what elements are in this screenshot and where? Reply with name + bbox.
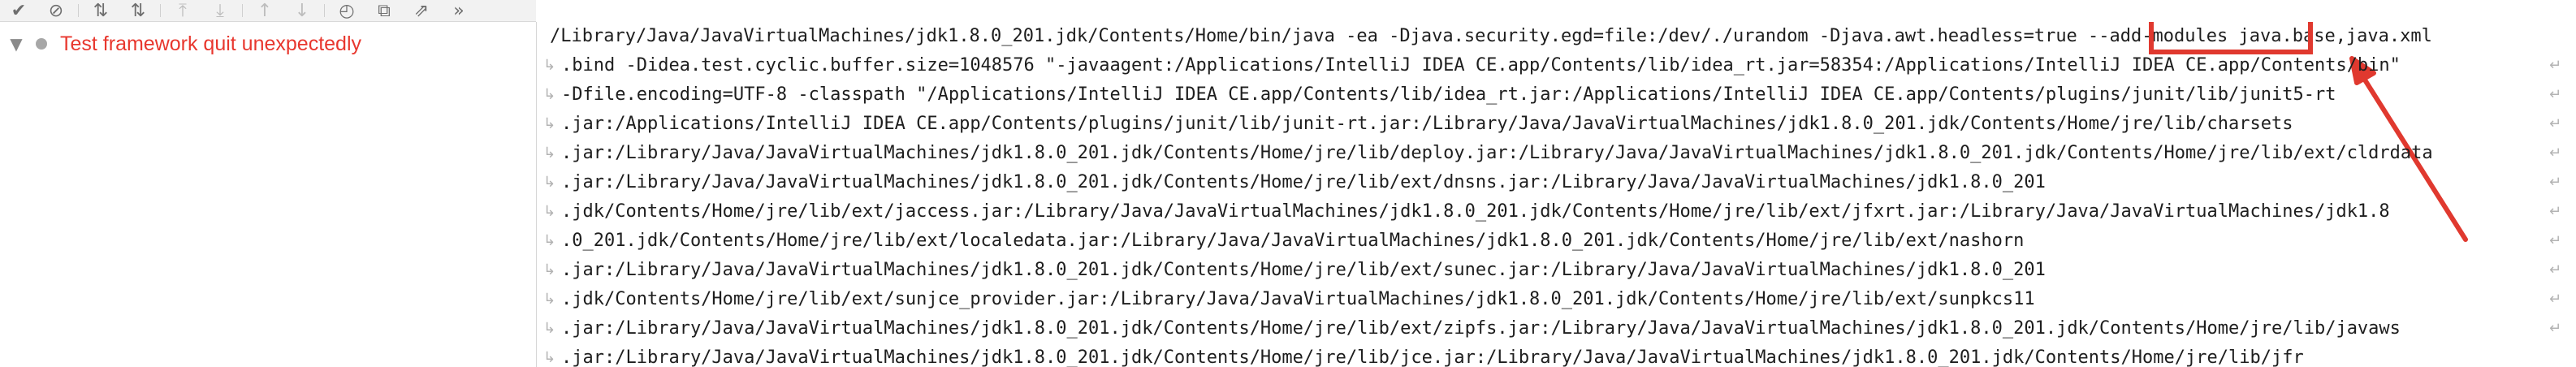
wrap-marker-icon: ↵ (2549, 232, 2562, 249)
wrap-marker-icon: ↵ (2549, 320, 2562, 337)
console-line: .jar:/Library/Java/JavaVirtualMachines/j… (561, 172, 2046, 192)
soft-wrap-icon: ↳ (543, 115, 556, 132)
console-line: .jar:/Library/Java/JavaVirtualMachines/j… (561, 348, 2304, 367)
console-line: .jdk/Contents/Home/jre/lib/ext/sunjce_pr… (561, 289, 2035, 309)
up-arrow-icon[interactable]: ↑ (246, 0, 283, 21)
console-line: .jdk/Contents/Home/jre/lib/ext/jaccess.j… (561, 201, 2390, 222)
toolbar-separator (160, 4, 161, 17)
sort-alpha-icon[interactable]: ⇅ (82, 0, 119, 21)
console-line: .0_201.jdk/Contents/Home/jre/lib/ext/loc… (561, 231, 2025, 251)
wrap-marker-icon: ↵ (2549, 57, 2562, 74)
toolbar-separator (242, 4, 243, 17)
external-link-icon[interactable]: ⇗ (403, 0, 440, 21)
soft-wrap-icon: ↳ (543, 232, 556, 249)
test-tree-item-label: Test framework quit unexpectedly (60, 32, 362, 55)
expand-arrow-icon[interactable]: ▼ (0, 34, 32, 54)
wrap-marker-icon: ↵ (2549, 86, 2562, 103)
more-icon[interactable]: » (440, 0, 478, 21)
console-line: .jar:/Applications/IntelliJ IDEA CE.app/… (561, 114, 2293, 134)
soft-wrap-icon: ↳ (543, 261, 556, 278)
console-line: .bind -Didea.test.cyclic.buffer.size=104… (561, 55, 2401, 76)
highlight-box (2149, 22, 2313, 54)
soft-wrap-icon: ↳ (543, 320, 556, 337)
soft-wrap-icon: ↳ (543, 57, 556, 74)
toolbar-separator (78, 4, 79, 17)
soft-wrap-icon: ↳ (543, 86, 556, 103)
toolbar-separator (324, 4, 325, 17)
wrap-marker-icon: ↵ (2549, 174, 2562, 191)
soft-wrap-icon: ↳ (543, 145, 556, 162)
history-icon[interactable]: ◴ (328, 0, 365, 21)
import-icon[interactable]: ⤒ (164, 0, 201, 21)
wrap-marker-icon: ↵ (2549, 261, 2562, 278)
wrap-marker-icon: ↵ (2549, 145, 2562, 162)
export-icon[interactable]: ⤓ (201, 0, 239, 21)
console-line: .jar:/Library/Java/JavaVirtualMachines/j… (561, 318, 2401, 339)
stop-circle-icon[interactable]: ⊘ (37, 0, 75, 21)
soft-wrap-icon: ↳ (543, 291, 556, 308)
test-runner-toolbar: ✔ ⊘ ⇅ ⇅ ⤒ ⤓ ↑ ↓ ◴ ⧉ ⇗» (0, 0, 536, 22)
console-line: -Dfile.encoding=UTF-8 -classpath "/Appli… (561, 84, 2336, 105)
wrap-marker-icon: ↵ (2549, 291, 2562, 308)
soft-wrap-icon: ↳ (543, 349, 556, 366)
test-tree-panel: ▼ Test framework quit unexpectedly (0, 22, 537, 367)
status-dot-icon (36, 38, 47, 50)
wrap-marker-icon: ↵ (2549, 203, 2562, 220)
check-icon[interactable]: ✔ (0, 0, 37, 21)
soft-wrap-icon: ↳ (543, 174, 556, 191)
soft-wrap-icon: ↳ (543, 203, 556, 220)
console-line: .jar:/Library/Java/JavaVirtualMachines/j… (561, 260, 2046, 280)
open-tab-icon[interactable]: ⧉ (365, 0, 403, 21)
console-output[interactable]: /Library/Java/JavaVirtualMachines/jdk1.8… (537, 22, 2576, 367)
test-tree-item[interactable]: ▼ Test framework quit unexpectedly (0, 24, 536, 64)
down-arrow-icon[interactable]: ↓ (283, 0, 321, 21)
sort-duration-icon[interactable]: ⇅ (119, 0, 157, 21)
wrap-marker-icon: ↵ (2549, 115, 2562, 132)
console-line: .jar:/Library/Java/JavaVirtualMachines/j… (561, 143, 2433, 163)
